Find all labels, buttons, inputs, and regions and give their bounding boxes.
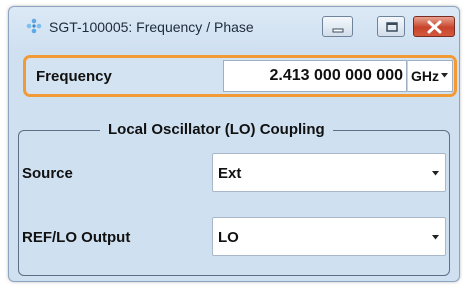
- restore-icon: [386, 22, 398, 32]
- close-icon: [427, 20, 442, 34]
- frequency-value: 2.413 000 000 000: [269, 67, 403, 84]
- frequency-unit: GHz: [411, 68, 439, 84]
- chevron-down-icon: [432, 171, 439, 176]
- frequency-row: Frequency 2.413 000 000 000 GHz: [23, 55, 457, 97]
- close-button[interactable]: [413, 16, 455, 37]
- frequency-unit-select[interactable]: GHz: [407, 60, 453, 92]
- title-bar[interactable]: SGT-100005: Frequency / Phase: [9, 7, 459, 47]
- ref-lo-output-select[interactable]: LO: [212, 217, 446, 256]
- app-icon: [26, 18, 42, 34]
- chevron-down-icon: [441, 73, 448, 78]
- minimize-button[interactable]: [322, 16, 353, 37]
- minimize-icon: [332, 28, 344, 33]
- source-select[interactable]: Ext: [212, 153, 446, 192]
- ref-lo-output-label: REF/LO Output: [22, 229, 131, 246]
- source-value: Ext: [218, 165, 242, 182]
- source-label: Source: [22, 165, 73, 182]
- chevron-down-icon: [432, 235, 439, 240]
- window-title: SGT-100005: Frequency / Phase: [49, 19, 254, 35]
- frequency-label: Frequency: [36, 68, 112, 85]
- frequency-input[interactable]: 2.413 000 000 000: [223, 60, 407, 92]
- lo-coupling-title: Local Oscillator (LO) Coupling: [100, 121, 333, 139]
- ref-lo-output-value: LO: [218, 229, 239, 246]
- restore-button[interactable]: [377, 16, 405, 37]
